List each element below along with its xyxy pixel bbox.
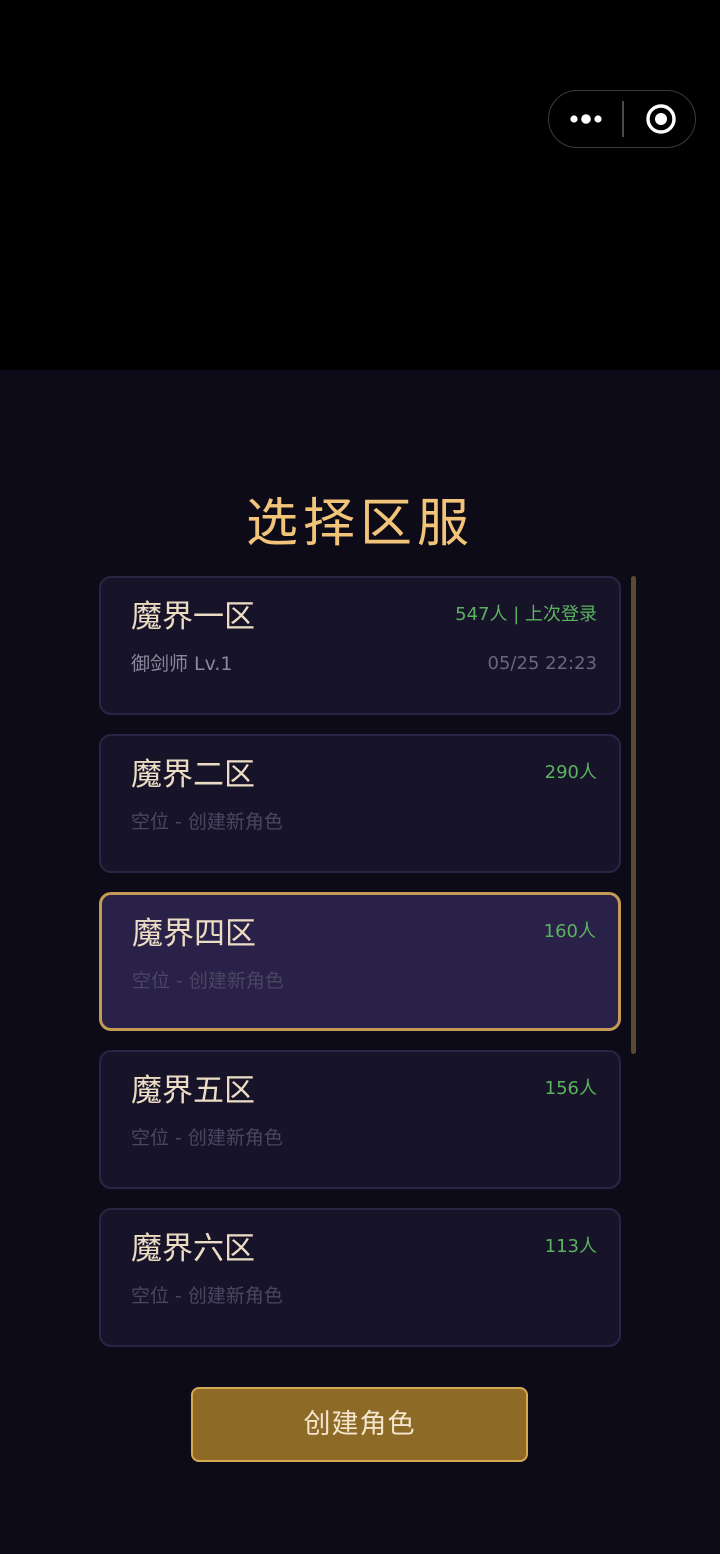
server-player-count: 113人 (544, 1236, 597, 1257)
create-character-button[interactable]: 创建角色 (191, 1387, 528, 1462)
more-dots-icon (570, 114, 602, 124)
server-card-2[interactable]: 魔界二区 290人 空位 - 创建新角色 (99, 734, 621, 873)
server-role: 空位 - 创建新角色 (131, 1127, 283, 1149)
close-button[interactable] (625, 91, 695, 146)
server-name: 魔界四区 (132, 916, 256, 952)
server-list[interactable]: 魔界一区 547人 | 上次登录 御剑师 Lv.1 05/25 22:23 魔界… (99, 576, 621, 1356)
server-player-count: 156人 (544, 1078, 597, 1099)
server-role: 空位 - 创建新角色 (131, 811, 283, 833)
server-name: 魔界六区 (131, 1231, 255, 1267)
more-button[interactable] (549, 91, 623, 146)
server-player-count: 160人 (543, 921, 596, 942)
server-role: 空位 - 创建新角色 (131, 1285, 283, 1307)
server-name: 魔界五区 (131, 1073, 255, 1109)
server-card-1[interactable]: 魔界一区 547人 | 上次登录 御剑师 Lv.1 05/25 22:23 (99, 576, 621, 715)
target-circle-icon (646, 104, 676, 134)
page-title: 选择区服 (245, 494, 474, 554)
status-area (0, 0, 720, 370)
server-role: 御剑师 Lv.1 (131, 653, 233, 675)
server-select-page: 选择区服 魔界一区 547人 | 上次登录 御剑师 Lv.1 05/25 22:… (0, 370, 720, 1554)
mini-program-capsule (548, 90, 696, 148)
server-role: 空位 - 创建新角色 (132, 970, 284, 992)
server-player-count: 547人 | 上次登录 (455, 604, 597, 625)
server-card-5[interactable]: 魔界五区 156人 空位 - 创建新角色 (99, 1050, 621, 1189)
server-player-count: 290人 (544, 762, 597, 783)
server-card-4[interactable]: 魔界四区 160人 空位 - 创建新角色 (99, 892, 621, 1031)
server-name: 魔界二区 (131, 757, 255, 793)
server-name: 魔界一区 (131, 599, 255, 635)
last-login-time: 05/25 22:23 (487, 653, 597, 674)
server-card-6[interactable]: 魔界六区 113人 空位 - 创建新角色 (99, 1208, 621, 1347)
capsule-divider (622, 101, 624, 137)
list-scrollbar[interactable] (631, 576, 636, 1054)
